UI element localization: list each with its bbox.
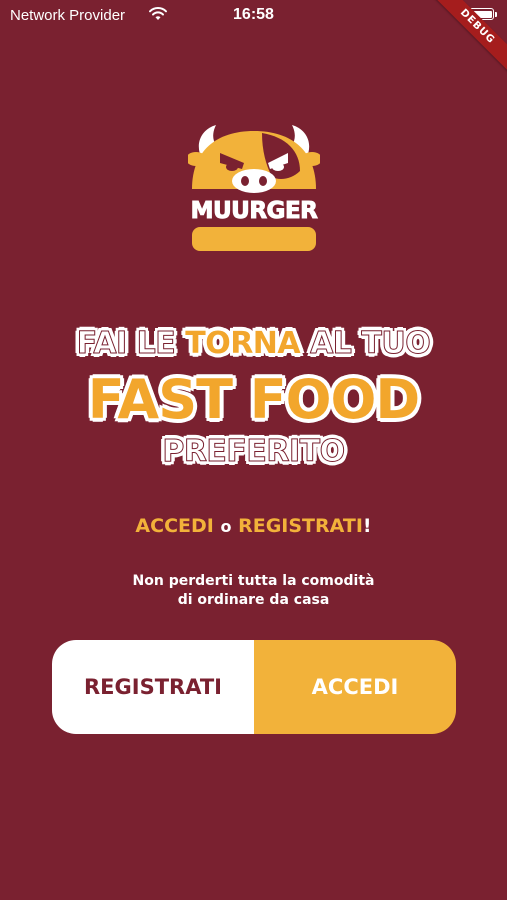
- brand-name: MUURGER: [190, 198, 318, 225]
- login-button[interactable]: ACCEDI: [254, 640, 456, 734]
- cta-accedi: ACCEDI: [135, 515, 214, 537]
- bull-burger-icon: [186, 125, 322, 251]
- cta-registrati: REGISTRATI: [238, 515, 363, 537]
- headline-word-le: LE: [136, 326, 176, 362]
- muurger-logo: MUURGER: [186, 121, 322, 253]
- headline-word-fai: FAI: [76, 326, 127, 362]
- cta-line: ACCEDI o REGISTRATI!: [0, 515, 507, 537]
- subtitle-line-2: di ordinare da casa: [177, 592, 330, 608]
- headline-word-tuo: TUO: [361, 326, 431, 362]
- cta-or: o: [220, 517, 232, 536]
- status-bar: Network Provider 16:58: [0, 0, 507, 32]
- register-button[interactable]: REGISTRATI: [52, 640, 254, 734]
- status-time: 16:58: [233, 6, 274, 23]
- cta-exclamation: !: [362, 515, 372, 537]
- auth-button-group: REGISTRATI ACCEDI: [52, 640, 456, 734]
- headline-word-al: AL: [310, 326, 353, 362]
- headline-line-2: FAST FOOD: [87, 368, 421, 431]
- headline-line-3: PREFERITO: [162, 434, 346, 470]
- headline-line-1: FAI LE TORNA AL TUO: [0, 326, 507, 362]
- headline-word-torna: TORNA: [185, 326, 301, 361]
- subtitle: Non perderti tutta la comodità di ordina…: [0, 572, 507, 610]
- battery-tip: [495, 12, 497, 17]
- subtitle-line-1: Non perderti tutta la comodità: [132, 573, 375, 589]
